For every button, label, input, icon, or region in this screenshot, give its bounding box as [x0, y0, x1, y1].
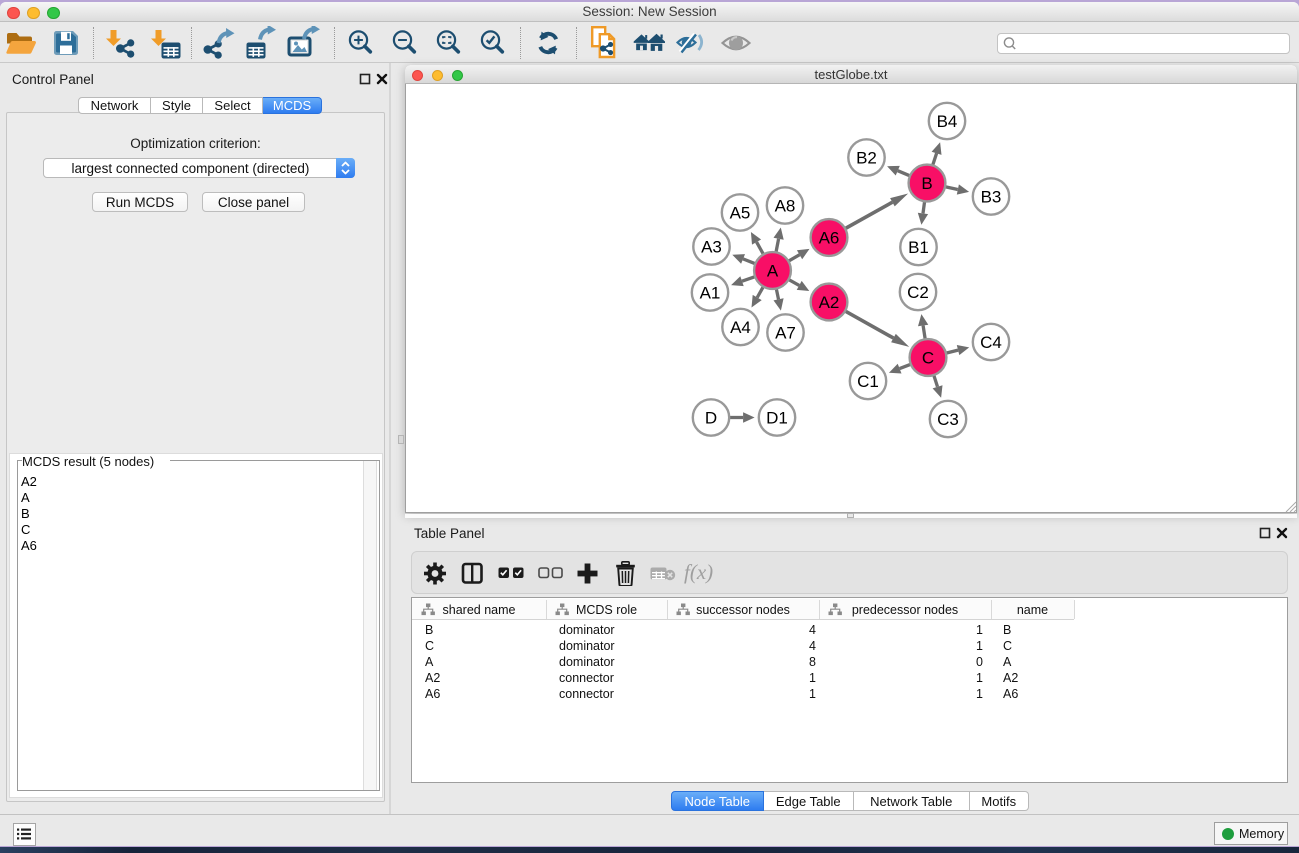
svg-text:A8: A8: [775, 197, 796, 216]
svg-text:C4: C4: [980, 333, 1002, 352]
svg-text:B4: B4: [937, 112, 958, 131]
svg-text:B2: B2: [856, 149, 877, 168]
svg-text:B: B: [921, 174, 932, 193]
svg-text:A6: A6: [819, 229, 840, 248]
svg-text:B3: B3: [981, 188, 1002, 207]
svg-text:C2: C2: [907, 283, 929, 302]
svg-text:C1: C1: [857, 372, 879, 391]
svg-text:A2: A2: [819, 293, 840, 312]
svg-text:A: A: [767, 262, 779, 281]
svg-text:A7: A7: [775, 324, 796, 343]
svg-text:D1: D1: [766, 409, 788, 428]
svg-text:C3: C3: [937, 410, 959, 429]
svg-text:A3: A3: [701, 238, 722, 257]
svg-text:C: C: [922, 349, 934, 368]
svg-text:A1: A1: [700, 284, 721, 303]
svg-text:A4: A4: [730, 318, 751, 337]
svg-text:A5: A5: [730, 204, 751, 223]
svg-text:D: D: [705, 409, 717, 428]
svg-text:B1: B1: [908, 238, 929, 257]
